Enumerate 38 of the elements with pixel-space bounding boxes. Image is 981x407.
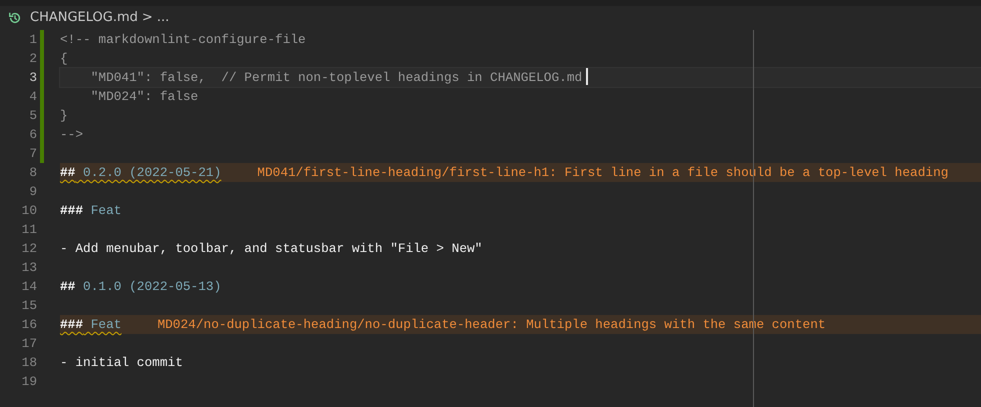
code-line: ### Feat (60, 316, 122, 334)
line-number: 1 (28, 31, 37, 49)
line-number: 16 (20, 316, 37, 334)
text-cursor (586, 68, 588, 85)
diagnostic-message: MD041/first-line-heading/first-line-h1: First line in a file should be a top-level heading (257, 164, 948, 182)
line-number: 5 (28, 107, 37, 125)
breadcrumb-more[interactable]: ... (156, 8, 170, 28)
code-line: ## 0.2.0 (2022-05-21) (60, 164, 222, 182)
line-number: 2 (28, 50, 37, 68)
line-number: 12 (20, 240, 37, 258)
code-line: { (60, 50, 69, 68)
diagnostic-message: MD024/no-duplicate-heading/no-duplicate-header: Multiple headings with the same content (157, 316, 826, 334)
history-icon (8, 11, 22, 25)
line-number: 18 (20, 354, 37, 372)
breadcrumb-separator: > (142, 9, 153, 28)
line-number: 3 (28, 69, 37, 87)
code-line: - initial commit (60, 354, 184, 372)
line-number: 15 (20, 297, 37, 315)
code-line: --> (60, 126, 84, 144)
line-number: 13 (20, 259, 37, 277)
code-line: ## 0.1.0 (2022-05-13) (60, 278, 222, 296)
line-number: 9 (28, 183, 37, 201)
line-number: 10 (20, 202, 37, 220)
line-number: 11 (20, 221, 37, 239)
line-number: 14 (20, 278, 37, 296)
code-line: ### Feat (60, 202, 122, 220)
code-line: - Add menubar, toolbar, and statusbar with "File > New" (60, 240, 484, 258)
breadcrumb-file[interactable]: CHANGELOG.md (30, 8, 138, 28)
line-number: 6 (28, 126, 37, 144)
code-line: } (60, 107, 69, 125)
line-number: 7 (28, 145, 37, 163)
line-number: 4 (28, 88, 37, 106)
line-number: 17 (20, 335, 37, 353)
code-line: "MD041": false, // Permit non-toplevel headings in CHANGELOG.md (90, 69, 584, 87)
line-number: 8 (28, 164, 37, 182)
line-number: 19 (20, 373, 37, 391)
code-line: "MD024": false (90, 88, 200, 106)
code-line: <!-- markdownlint-configure-file (60, 31, 307, 49)
